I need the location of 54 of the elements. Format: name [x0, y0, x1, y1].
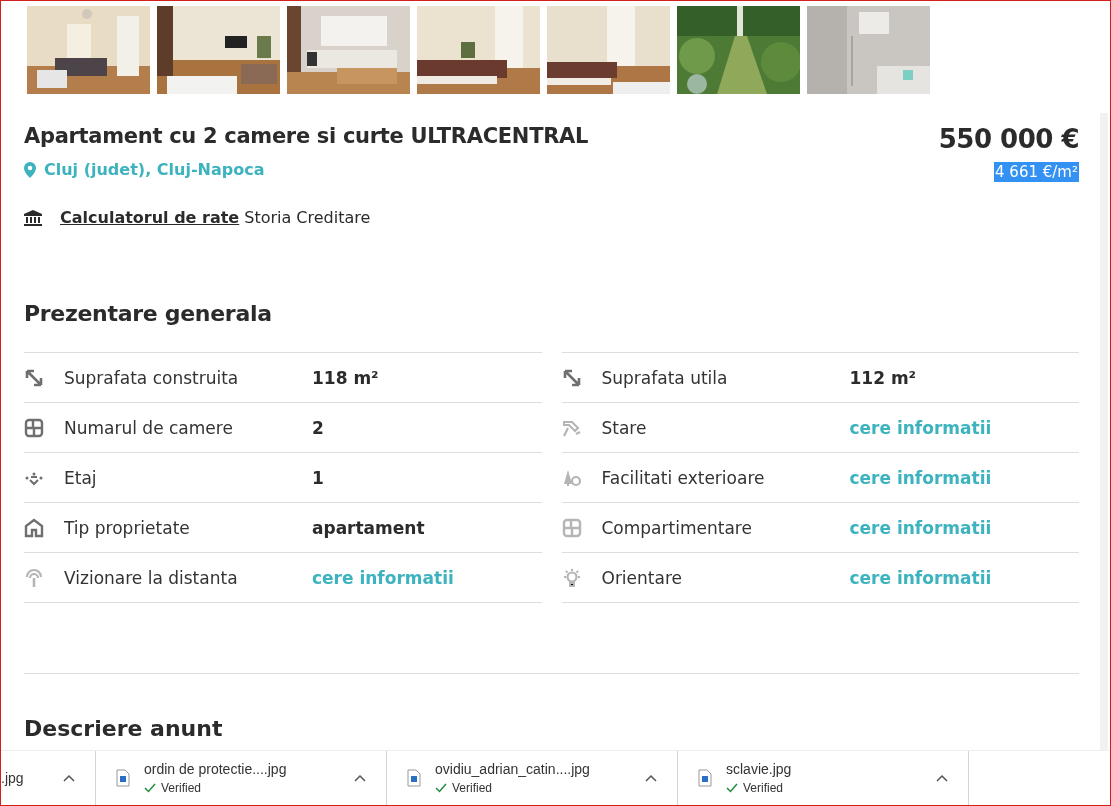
feature-label: Stare [601, 417, 648, 438]
download-filename[interactable]: ordin de protectie....jpg [144, 761, 340, 777]
image-file-icon [698, 769, 712, 787]
feature-label: Orientare [601, 567, 683, 588]
feature-value: 112 m² [849, 367, 918, 388]
feature-label: Etaj [64, 467, 98, 488]
download-status: Verified [452, 781, 493, 795]
location-pin-icon [24, 161, 36, 178]
download-filename[interactable]: sclavie.jpg [726, 761, 922, 777]
feature-icon [24, 567, 44, 588]
request-info-link[interactable]: cere informatii [849, 517, 1079, 538]
feature-value: 2 [312, 417, 325, 438]
caret-icon[interactable] [354, 774, 366, 782]
credit-provider: Storia Creditare [244, 208, 371, 227]
check-icon [726, 783, 738, 793]
check-icon [435, 783, 447, 793]
feature-label: Tip proprietate [64, 517, 191, 538]
feature-label: Compartimentare [601, 517, 753, 538]
feature-icon [24, 517, 44, 538]
image-file-icon [116, 769, 130, 787]
caret-icon[interactable] [645, 774, 657, 782]
feature-value: 1 [312, 467, 325, 488]
feature-value: apartament [312, 517, 426, 538]
feature-icon [24, 417, 44, 438]
request-info-link[interactable]: cere informatii [849, 467, 1079, 488]
section-title: Descriere anunt [24, 716, 224, 741]
feature-icon [24, 367, 44, 388]
feature-icon [561, 517, 582, 538]
feature-label: Suprafata utila [601, 367, 729, 388]
request-info-link[interactable]: cere informatii [849, 417, 1079, 438]
download-status: Verified [161, 781, 202, 795]
download-status: Verified [743, 781, 784, 795]
feature-label: Facilitati exterioare [601, 467, 766, 488]
download-filename[interactable]: .jpg [1, 770, 49, 786]
download-filename[interactable]: ovidiu_adrian_catin....jpg [435, 761, 631, 777]
feature-icon [561, 567, 582, 588]
request-info-link[interactable]: cere informatii [312, 567, 542, 588]
feature-label: Vizionare la distanta [64, 567, 239, 588]
feature-label: Numarul de camere [64, 417, 234, 438]
price: 550 000 € [938, 124, 1079, 154]
check-icon [144, 783, 156, 793]
price-per-square-meter: 4 661 €/m² [994, 162, 1079, 182]
rate-calculator-link[interactable]: Calculatorul de rate [60, 208, 240, 227]
image-file-icon [407, 769, 421, 787]
bank-icon [24, 209, 42, 226]
section-title: Prezentare generala [24, 301, 273, 326]
feature-value: 118 m² [312, 367, 380, 388]
caret-icon[interactable] [63, 774, 75, 782]
caret-icon[interactable] [936, 774, 948, 782]
feature-icon [561, 367, 582, 388]
location-link[interactable]: Cluj (judet), Cluj-Napoca [44, 160, 265, 179]
listing-title: Apartament cu 2 camere si curte ULTRACENTRAL [24, 124, 589, 148]
feature-label: Suprafata construita [64, 367, 240, 388]
request-info-link[interactable]: cere informatii [849, 567, 1079, 588]
